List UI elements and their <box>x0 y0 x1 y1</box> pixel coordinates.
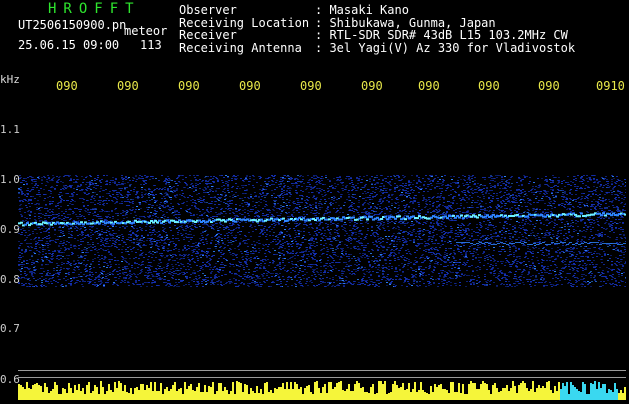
spectrogram <box>18 97 626 380</box>
time-tick-label: 090 <box>478 79 500 93</box>
y-tick-label: 1.0 <box>0 173 20 186</box>
activity-bars <box>18 380 626 400</box>
frequency-unit-label: kHz <box>0 73 20 86</box>
y-tick-label: 0.6 <box>0 373 20 386</box>
info-key: Receiver <box>179 28 237 42</box>
time-tick-label: 090 <box>178 79 200 93</box>
spectrogram-canvas <box>18 175 626 287</box>
time-tick-label: 0910 <box>596 79 625 93</box>
info-row-antenna: Receiving Antenna : 3el Yagi(V) Az 330 fo… <box>179 40 576 55</box>
time-tick-label: 090 <box>361 79 383 93</box>
file-name: UT2506150900.pn <box>18 18 127 32</box>
station-info: Observer: Masaki Kano Receiving Location… <box>179 4 575 54</box>
baseline-line <box>18 370 626 371</box>
y-tick-label: 0.8 <box>0 273 20 286</box>
meteor-label: meteor <box>124 24 168 38</box>
y-tick-label: 0.9 <box>0 223 20 236</box>
info-value: : 3el Yagi(V) Az 330 for Vladivostok <box>315 40 576 55</box>
time-tick-label: 090 <box>418 79 440 93</box>
info-key: Receiving Antenna <box>179 40 302 55</box>
app-title: HROFFT <box>48 1 141 17</box>
y-tick-label: 0.7 <box>0 322 20 335</box>
time-tick-label: 090 <box>538 79 560 93</box>
observation-datetime: 25.06.15 09:00 <box>18 38 120 52</box>
baseline-line <box>18 377 626 378</box>
time-tick-label: 090 <box>56 79 78 93</box>
header: HROFFT UT2506150900.pn meteor 25.06.15 0… <box>0 0 629 70</box>
info-key: Observer <box>179 3 237 17</box>
meteor-count: 113 <box>140 38 162 52</box>
y-tick-label: 1.1 <box>0 123 20 136</box>
time-tick-label: 090 <box>300 79 322 93</box>
time-tick-label: 090 <box>117 79 139 93</box>
activity-bars-canvas <box>18 381 626 400</box>
time-tick-label: 090 <box>239 79 261 93</box>
